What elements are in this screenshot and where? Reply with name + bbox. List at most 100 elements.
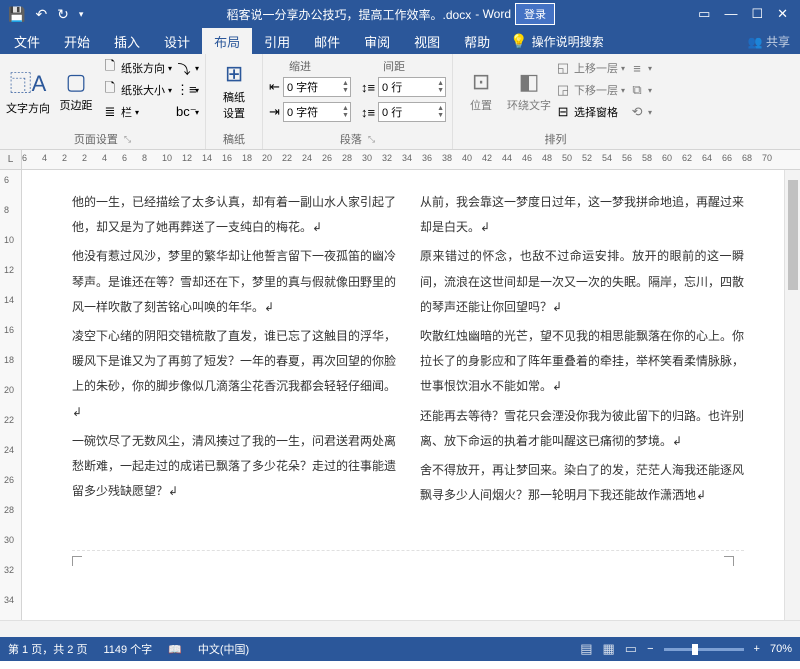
text-direction-button[interactable]: ⿹A 文字方向 bbox=[6, 58, 50, 124]
zoom-value[interactable]: 70% bbox=[770, 643, 792, 655]
wrap-button[interactable]: ◧ 环绕文字 bbox=[507, 58, 551, 124]
text-direction-label: 文字方向 bbox=[6, 100, 50, 116]
space-after-input[interactable]: 0 行▲▼ bbox=[378, 102, 446, 122]
tab-review[interactable]: 审阅 bbox=[352, 28, 402, 54]
ribbon: ⿹A 文字方向 ▢ 页边距 🗋纸张方向 ▾ 🗋纸张大小 ▾ ≣栏 ▾ ⤵▾ ⋮≡… bbox=[0, 54, 800, 150]
columns-label: 栏 bbox=[121, 104, 132, 120]
vertical-ruler[interactable]: 6810121416182022242628303234 bbox=[0, 170, 22, 620]
arrange-group-label: 排列 bbox=[545, 131, 567, 147]
tab-help[interactable]: 帮助 bbox=[452, 28, 502, 54]
gaozi-group-label: 稿纸 bbox=[223, 131, 245, 147]
column-2[interactable]: 从前，我会靠这一梦度日过年，这一梦我拼命地追，再醒过来却是白天。↲原来错过的怀念… bbox=[420, 190, 744, 540]
margins-button[interactable]: ▢ 页边距 bbox=[54, 58, 98, 124]
group-arrange: ⊡ 位置 ◧ 环绕文字 ◱上移一层 ▾ ◲下移一层 ▾ ⊟选择窗格 ≡▾ ⧉▾ … bbox=[453, 54, 658, 149]
orientation-label: 纸张方向 bbox=[121, 60, 165, 76]
hyphenation-button[interactable]: bc⁻▾ bbox=[176, 102, 199, 122]
column-1[interactable]: 他的一生，已经描绘了太多认真，却有着一副山水人家引起了他，却又是为了她再葬送了一… bbox=[72, 190, 396, 540]
tab-layout[interactable]: 布局 bbox=[202, 28, 252, 54]
undo-icon[interactable]: ↶ bbox=[35, 6, 47, 23]
indent-left-input[interactable]: 0 字符▲▼ bbox=[283, 77, 351, 97]
wrap-icon: ◧ bbox=[519, 69, 540, 95]
status-language[interactable]: 中文(中国) bbox=[198, 641, 249, 657]
page-setup-launcher-icon[interactable]: ⤡ bbox=[124, 134, 131, 145]
zoom-slider[interactable] bbox=[664, 648, 744, 651]
save-icon[interactable]: 💾 bbox=[8, 6, 25, 23]
zoom-out-button[interactable]: − bbox=[647, 643, 653, 655]
redo-icon[interactable]: ↻ bbox=[57, 6, 69, 23]
minimize-icon[interactable]: — bbox=[724, 6, 737, 22]
status-words[interactable]: 1149 个字 bbox=[103, 641, 152, 657]
gaozi-label: 稿纸 设置 bbox=[223, 89, 245, 121]
orientation-icon: 🗋 bbox=[102, 57, 118, 79]
share-icon: 👥 bbox=[748, 35, 763, 49]
group-gaozi: ⊞ 稿纸 设置 稿纸 bbox=[206, 54, 263, 149]
view-web-icon[interactable]: ▭ bbox=[625, 641, 637, 657]
space-before-value: 0 行 bbox=[382, 79, 402, 95]
orientation-button[interactable]: 🗋纸张方向 ▾ bbox=[102, 58, 172, 78]
columns-icon: ≣ bbox=[102, 104, 118, 120]
vertical-scrollbar[interactable] bbox=[784, 170, 800, 620]
horizontal-scrollbar[interactable] bbox=[0, 620, 800, 637]
share-button[interactable]: 👥 共享 bbox=[748, 33, 790, 50]
selection-pane-button[interactable]: ⊟选择窗格 bbox=[555, 102, 625, 122]
maximize-icon[interactable]: ☐ bbox=[751, 6, 763, 22]
tab-view[interactable]: 视图 bbox=[402, 28, 452, 54]
columns-button[interactable]: ≣栏 ▾ bbox=[102, 102, 172, 122]
window-controls: ▭ — ☐ ✕ bbox=[698, 6, 796, 22]
breaks-button[interactable]: ⤵▾ bbox=[176, 58, 199, 78]
ribbon-options-icon[interactable]: ▭ bbox=[698, 6, 710, 22]
close-icon[interactable]: ✕ bbox=[777, 6, 788, 22]
wrap-label: 环绕文字 bbox=[507, 97, 551, 113]
rotate-button[interactable]: ⟲▾ bbox=[629, 102, 652, 122]
page-setup-group-label: 页面设置 bbox=[74, 131, 118, 147]
line-numbers-icon: ⋮≡ bbox=[176, 82, 192, 98]
share-label: 共享 bbox=[766, 35, 790, 49]
tab-home[interactable]: 开始 bbox=[52, 28, 102, 54]
rotate-icon: ⟲ bbox=[629, 104, 645, 120]
send-backward-icon: ◲ bbox=[555, 82, 571, 98]
zoom-handle[interactable] bbox=[692, 644, 698, 655]
page-break-area bbox=[72, 550, 744, 600]
statusbar: 第 1 页，共 2 页 1149 个字 📖 中文(中国) ▤ ▦ ▭ − + 7… bbox=[0, 637, 800, 661]
tab-design[interactable]: 设计 bbox=[152, 28, 202, 54]
login-button[interactable]: 登录 bbox=[515, 3, 555, 25]
ruler-corner: L bbox=[0, 150, 22, 169]
space-before-input[interactable]: 0 行▲▼ bbox=[378, 77, 446, 97]
align-icon: ≡ bbox=[629, 61, 645, 76]
tab-mailings[interactable]: 邮件 bbox=[302, 28, 352, 54]
scrollbar-thumb[interactable] bbox=[788, 180, 798, 290]
status-proofing-icon[interactable]: 📖 bbox=[168, 643, 182, 656]
gaozi-button[interactable]: ⊞ 稿纸 设置 bbox=[212, 58, 256, 124]
bring-forward-button[interactable]: ◱上移一层 ▾ bbox=[555, 58, 625, 78]
position-button[interactable]: ⊡ 位置 bbox=[459, 58, 503, 124]
send-backward-button[interactable]: ◲下移一层 ▾ bbox=[555, 80, 625, 100]
tab-file[interactable]: 文件 bbox=[2, 28, 52, 54]
view-print-icon[interactable]: ▦ bbox=[603, 641, 615, 657]
view-read-icon[interactable]: ▤ bbox=[580, 641, 592, 657]
status-page[interactable]: 第 1 页，共 2 页 bbox=[8, 641, 87, 657]
document-area: 6810121416182022242628303234 他的一生，已经描绘了太… bbox=[0, 170, 800, 620]
document-page[interactable]: 他的一生，已经描绘了太多认真，却有着一副山水人家引起了他，却又是为了她再葬送了一… bbox=[22, 170, 784, 620]
paragraph-launcher-icon[interactable]: ⤡ bbox=[368, 134, 375, 145]
line-numbers-button[interactable]: ⋮≡▾ bbox=[176, 80, 199, 100]
position-icon: ⊡ bbox=[472, 69, 490, 95]
page-corner-left bbox=[72, 556, 82, 566]
zoom-in-button[interactable]: + bbox=[754, 643, 760, 655]
paragraph-group-label: 段落 bbox=[340, 131, 362, 147]
space-before-icon: ↕≡ bbox=[361, 80, 375, 95]
hyphenation-icon: bc⁻ bbox=[176, 104, 192, 120]
group-button[interactable]: ⧉▾ bbox=[629, 80, 652, 100]
tab-insert[interactable]: 插入 bbox=[102, 28, 152, 54]
size-button[interactable]: 🗋纸张大小 ▾ bbox=[102, 80, 172, 100]
group-icon: ⧉ bbox=[629, 82, 645, 98]
horizontal-ruler[interactable]: L 64224681012141618202224262830323436384… bbox=[0, 150, 800, 170]
selection-pane-label: 选择窗格 bbox=[574, 104, 618, 120]
align-button[interactable]: ≡▾ bbox=[629, 58, 652, 78]
window-title: 稻客说一分享办公技巧，提高工作效率。.docx - Word 登录 bbox=[83, 3, 698, 25]
tell-me-search[interactable]: 💡 操作说明搜索 bbox=[510, 33, 603, 50]
group-page-setup: ⿹A 文字方向 ▢ 页边距 🗋纸张方向 ▾ 🗋纸张大小 ▾ ≣栏 ▾ ⤵▾ ⋮≡… bbox=[0, 54, 206, 149]
breaks-icon: ⤵ bbox=[176, 59, 192, 78]
position-label: 位置 bbox=[470, 97, 492, 113]
tab-references[interactable]: 引用 bbox=[252, 28, 302, 54]
indent-right-input[interactable]: 0 字符▲▼ bbox=[283, 102, 351, 122]
